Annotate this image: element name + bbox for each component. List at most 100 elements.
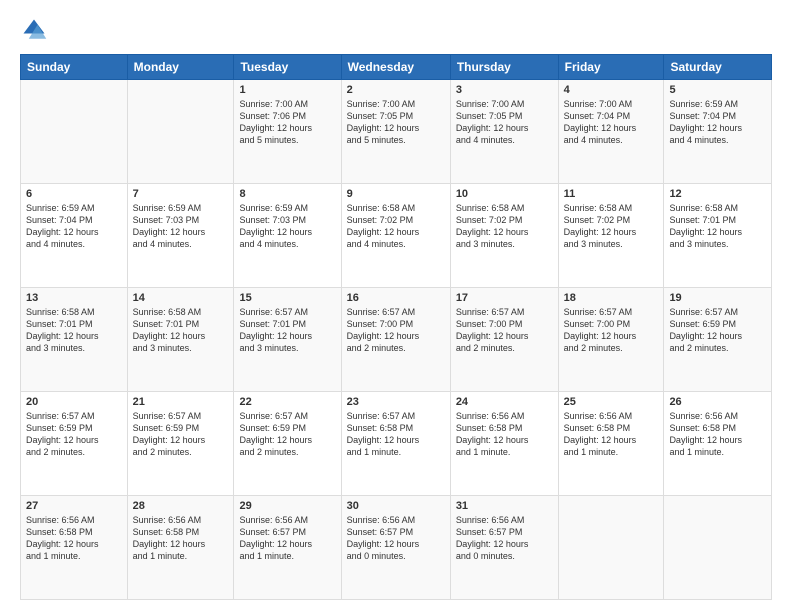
day-number: 5 (669, 84, 766, 96)
day-info: Sunrise: 6:56 AM Sunset: 6:57 PM Dayligh… (456, 514, 553, 563)
calendar-header: SundayMondayTuesdayWednesdayThursdayFrid… (21, 55, 772, 80)
day-info: Sunrise: 6:57 AM Sunset: 6:59 PM Dayligh… (239, 410, 335, 459)
day-info: Sunrise: 7:00 AM Sunset: 7:05 PM Dayligh… (347, 98, 445, 147)
header-cell-tuesday: Tuesday (234, 55, 341, 80)
day-cell: 1 Sunrise: 7:00 AM Sunset: 7:06 PM Daylig… (234, 80, 341, 184)
day-cell: 8Sunrise: 6:59 AM Sunset: 7:03 PM Daylig… (234, 184, 341, 288)
header-cell-friday: Friday (558, 55, 664, 80)
day-info: Sunrise: 6:56 AM Sunset: 6:58 PM Dayligh… (133, 514, 229, 563)
calendar-body: 1 Sunrise: 7:00 AM Sunset: 7:06 PM Daylig… (21, 80, 772, 600)
week-row-1: 1 Sunrise: 7:00 AM Sunset: 7:06 PM Daylig… (21, 80, 772, 184)
day-number: 29 (239, 500, 335, 512)
day-number: 18 (564, 292, 659, 304)
day-info: Sunrise: 6:56 AM Sunset: 6:58 PM Dayligh… (26, 514, 122, 563)
day-info: Sunrise: 6:56 AM Sunset: 6:57 PM Dayligh… (239, 514, 335, 563)
day-cell: 6Sunrise: 6:59 AM Sunset: 7:04 PM Daylig… (21, 184, 128, 288)
day-info: Sunrise: 6:57 AM Sunset: 6:59 PM Dayligh… (26, 410, 122, 459)
day-cell: 4 Sunrise: 7:00 AM Sunset: 7:04 PM Daylig… (558, 80, 664, 184)
day-cell: 22Sunrise: 6:57 AM Sunset: 6:59 PM Dayli… (234, 392, 341, 496)
day-cell: 13Sunrise: 6:58 AM Sunset: 7:01 PM Dayli… (21, 288, 128, 392)
day-cell (664, 496, 772, 600)
day-number: 27 (26, 500, 122, 512)
header (20, 16, 772, 44)
day-cell: 19Sunrise: 6:57 AM Sunset: 6:59 PM Dayli… (664, 288, 772, 392)
day-number: 3 (456, 84, 553, 96)
day-number: 7 (133, 188, 229, 200)
day-cell: 21 Sunrise: 6:57 AM Sunset: 6:59 PM Dayli… (127, 392, 234, 496)
day-number: 21 (133, 396, 229, 408)
day-cell: 12 Sunrise: 6:58 AM Sunset: 7:01 PM Dayli… (664, 184, 772, 288)
day-number: 30 (347, 500, 445, 512)
day-info: Sunrise: 6:56 AM Sunset: 6:58 PM Dayligh… (456, 410, 553, 459)
day-cell: 30 Sunrise: 6:56 AM Sunset: 6:57 PM Dayli… (341, 496, 450, 600)
day-info: Sunrise: 6:57 AM Sunset: 7:01 PM Dayligh… (239, 306, 335, 355)
header-cell-wednesday: Wednesday (341, 55, 450, 80)
day-cell: 25 Sunrise: 6:56 AM Sunset: 6:58 PM Dayli… (558, 392, 664, 496)
day-cell (127, 80, 234, 184)
day-info: Sunrise: 6:57 AM Sunset: 6:59 PM Dayligh… (669, 306, 766, 355)
day-cell: 24 Sunrise: 6:56 AM Sunset: 6:58 PM Dayli… (450, 392, 558, 496)
week-row-5: 27 Sunrise: 6:56 AM Sunset: 6:58 PM Dayli… (21, 496, 772, 600)
day-info: Sunrise: 6:57 AM Sunset: 7:00 PM Dayligh… (456, 306, 553, 355)
day-cell: 18 Sunrise: 6:57 AM Sunset: 7:00 PM Dayli… (558, 288, 664, 392)
week-row-4: 20 Sunrise: 6:57 AM Sunset: 6:59 PM Dayli… (21, 392, 772, 496)
day-cell: 3 Sunrise: 7:00 AM Sunset: 7:05 PM Daylig… (450, 80, 558, 184)
day-cell: 10 Sunrise: 6:58 AM Sunset: 7:02 PM Dayli… (450, 184, 558, 288)
day-info: Sunrise: 7:00 AM Sunset: 7:04 PM Dayligh… (564, 98, 659, 147)
day-number: 4 (564, 84, 659, 96)
calendar-table: SundayMondayTuesdayWednesdayThursdayFrid… (20, 54, 772, 600)
day-cell: 7 Sunrise: 6:59 AM Sunset: 7:03 PM Daylig… (127, 184, 234, 288)
day-number: 10 (456, 188, 553, 200)
day-info: Sunrise: 7:00 AM Sunset: 7:06 PM Dayligh… (239, 98, 335, 147)
header-cell-saturday: Saturday (664, 55, 772, 80)
day-cell (21, 80, 128, 184)
logo-icon (20, 16, 48, 44)
day-info: Sunrise: 6:56 AM Sunset: 6:58 PM Dayligh… (564, 410, 659, 459)
day-number: 26 (669, 396, 766, 408)
day-cell (558, 496, 664, 600)
day-cell: 11 Sunrise: 6:58 AM Sunset: 7:02 PM Dayli… (558, 184, 664, 288)
day-cell: 28Sunrise: 6:56 AM Sunset: 6:58 PM Dayli… (127, 496, 234, 600)
day-info: Sunrise: 7:00 AM Sunset: 7:05 PM Dayligh… (456, 98, 553, 147)
day-number: 20 (26, 396, 122, 408)
day-cell: 26Sunrise: 6:56 AM Sunset: 6:58 PM Dayli… (664, 392, 772, 496)
day-info: Sunrise: 6:59 AM Sunset: 7:03 PM Dayligh… (239, 202, 335, 251)
day-cell: 9 Sunrise: 6:58 AM Sunset: 7:02 PM Daylig… (341, 184, 450, 288)
day-number: 2 (347, 84, 445, 96)
day-number: 1 (239, 84, 335, 96)
day-info: Sunrise: 6:57 AM Sunset: 7:00 PM Dayligh… (564, 306, 659, 355)
page: SundayMondayTuesdayWednesdayThursdayFrid… (0, 0, 792, 612)
day-cell: 27 Sunrise: 6:56 AM Sunset: 6:58 PM Dayli… (21, 496, 128, 600)
day-number: 12 (669, 188, 766, 200)
day-cell: 14 Sunrise: 6:58 AM Sunset: 7:01 PM Dayli… (127, 288, 234, 392)
day-number: 25 (564, 396, 659, 408)
day-info: Sunrise: 6:58 AM Sunset: 7:01 PM Dayligh… (26, 306, 122, 355)
header-cell-sunday: Sunday (21, 55, 128, 80)
day-info: Sunrise: 6:57 AM Sunset: 7:00 PM Dayligh… (347, 306, 445, 355)
day-cell: 16 Sunrise: 6:57 AM Sunset: 7:00 PM Dayli… (341, 288, 450, 392)
day-cell: 17Sunrise: 6:57 AM Sunset: 7:00 PM Dayli… (450, 288, 558, 392)
day-info: Sunrise: 6:56 AM Sunset: 6:57 PM Dayligh… (347, 514, 445, 563)
day-number: 16 (347, 292, 445, 304)
day-cell: 31Sunrise: 6:56 AM Sunset: 6:57 PM Dayli… (450, 496, 558, 600)
header-cell-thursday: Thursday (450, 55, 558, 80)
day-info: Sunrise: 6:59 AM Sunset: 7:04 PM Dayligh… (26, 202, 122, 251)
day-number: 24 (456, 396, 553, 408)
day-number: 23 (347, 396, 445, 408)
day-cell: 15Sunrise: 6:57 AM Sunset: 7:01 PM Dayli… (234, 288, 341, 392)
day-info: Sunrise: 6:59 AM Sunset: 7:03 PM Dayligh… (133, 202, 229, 251)
day-number: 14 (133, 292, 229, 304)
day-info: Sunrise: 6:58 AM Sunset: 7:02 PM Dayligh… (456, 202, 553, 251)
logo (20, 16, 52, 44)
day-info: Sunrise: 6:57 AM Sunset: 6:59 PM Dayligh… (133, 410, 229, 459)
day-info: Sunrise: 6:58 AM Sunset: 7:02 PM Dayligh… (347, 202, 445, 251)
day-number: 11 (564, 188, 659, 200)
day-number: 9 (347, 188, 445, 200)
day-info: Sunrise: 6:59 AM Sunset: 7:04 PM Dayligh… (669, 98, 766, 147)
day-cell: 23 Sunrise: 6:57 AM Sunset: 6:58 PM Dayli… (341, 392, 450, 496)
day-info: Sunrise: 6:58 AM Sunset: 7:02 PM Dayligh… (564, 202, 659, 251)
week-row-2: 6Sunrise: 6:59 AM Sunset: 7:04 PM Daylig… (21, 184, 772, 288)
day-info: Sunrise: 6:58 AM Sunset: 7:01 PM Dayligh… (669, 202, 766, 251)
day-info: Sunrise: 6:57 AM Sunset: 6:58 PM Dayligh… (347, 410, 445, 459)
day-info: Sunrise: 6:58 AM Sunset: 7:01 PM Dayligh… (133, 306, 229, 355)
